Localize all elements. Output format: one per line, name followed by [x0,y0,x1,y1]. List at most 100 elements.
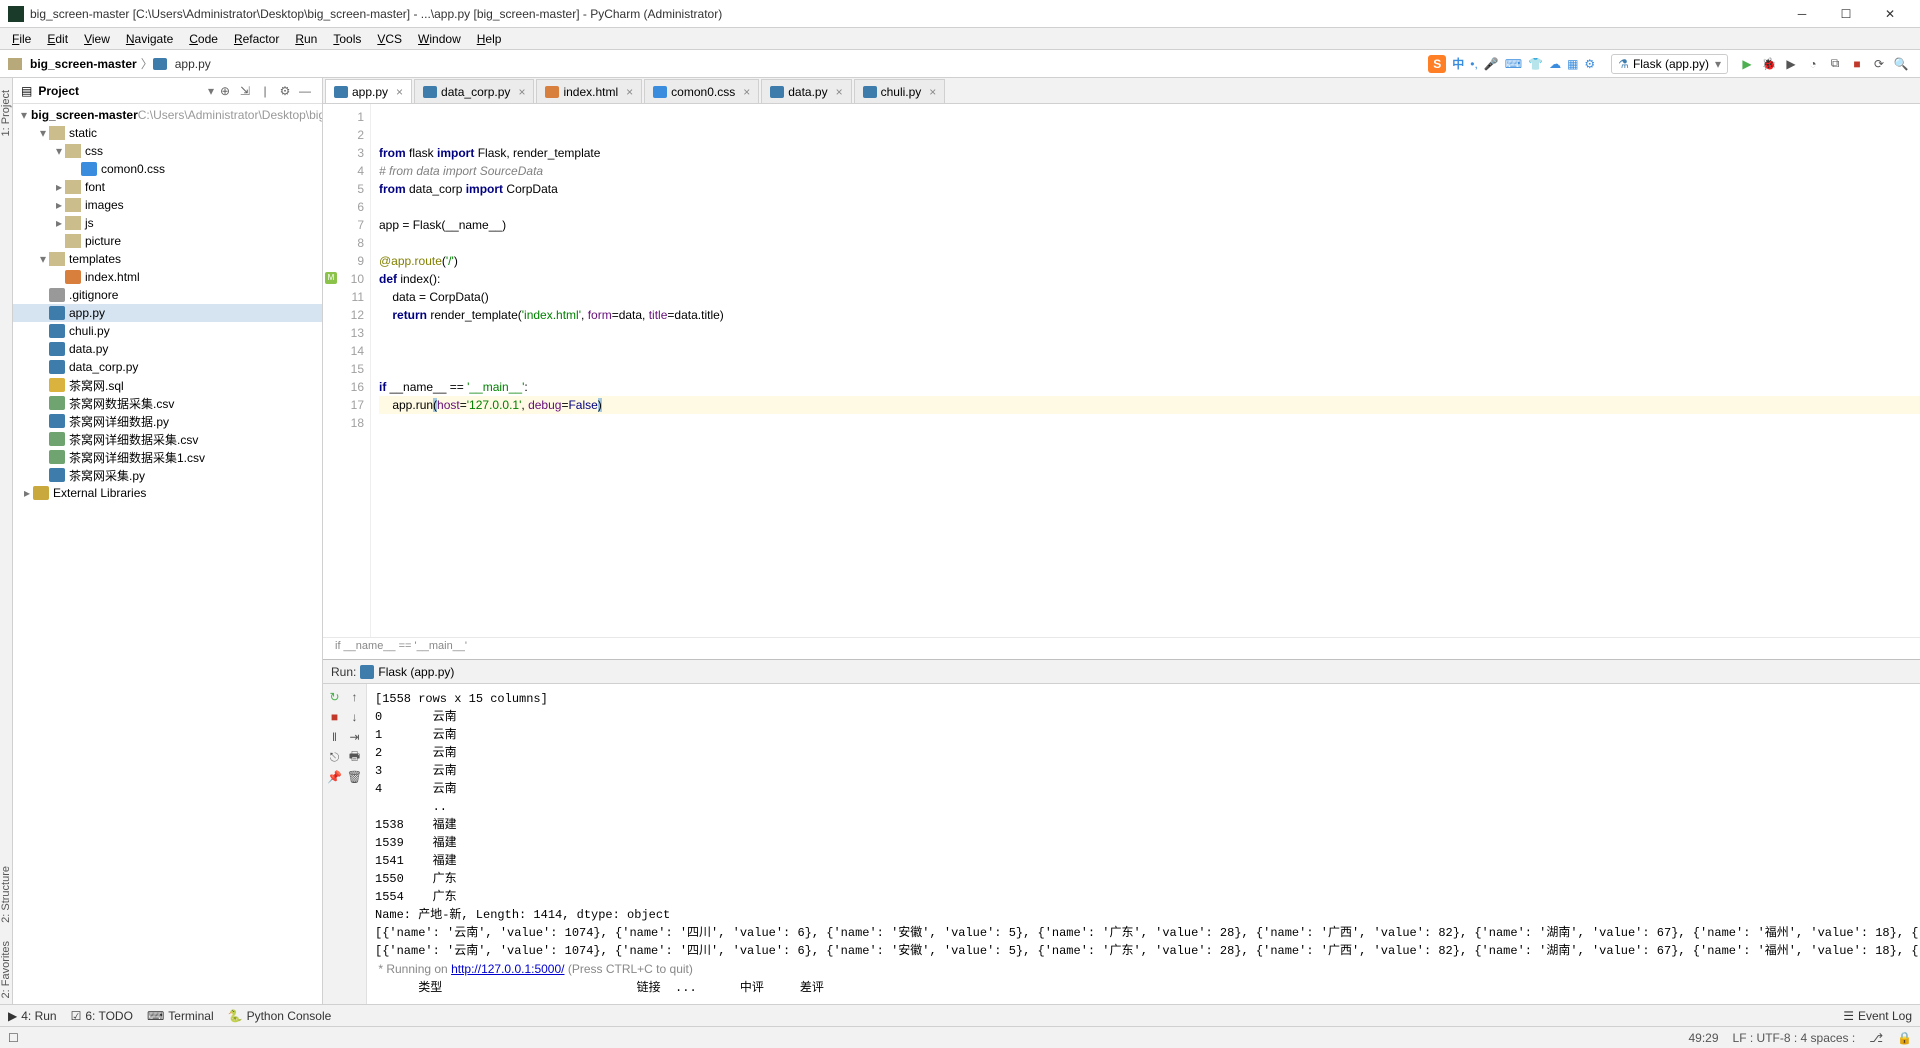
concurrency-button[interactable]: ⧉ [1824,53,1846,75]
tree-node[interactable]: comon0.css [13,160,322,178]
menu-vcs[interactable]: VCS [369,30,410,48]
tree-node[interactable]: index.html [13,268,322,286]
tree-node[interactable]: ▸images [13,196,322,214]
editor-tab[interactable]: data_corp.py× [414,79,534,103]
console-output[interactable]: [1558 rows x 15 columns] 0 云南 1 云南 2 云南 … [367,684,1920,1004]
ime-mode[interactable]: 中 [1452,55,1464,72]
menu-run[interactable]: Run [287,30,325,48]
hide-icon[interactable]: — [296,82,314,100]
tree-node[interactable]: ▸font [13,178,322,196]
tree-node[interactable]: data_corp.py [13,358,322,376]
code-breadcrumb[interactable]: if __name__ == '__main__' [323,637,1920,659]
shirt-icon[interactable]: 👕 [1528,57,1543,71]
gear-icon[interactable]: ⚙ [1584,57,1595,71]
close-tab-icon[interactable]: × [929,85,936,99]
tree-node[interactable]: 茶窝网详细数据.py [13,412,322,430]
wrap-button[interactable]: ⇥ [346,728,364,746]
tree-node[interactable]: 茶窝网.sql [13,376,322,394]
tree-node[interactable]: data.py [13,340,322,358]
collapse-icon[interactable]: ⇲ [236,82,254,100]
profile-button[interactable]: ◔ [1802,53,1824,75]
chevron-down-icon[interactable]: ▾ [208,84,214,98]
tree-node[interactable]: ▾big_screen-master C:\Users\Administrato… [13,106,322,124]
debug-button[interactable]: 🐞 [1758,53,1780,75]
run-button[interactable]: ▶ [1736,53,1758,75]
tree-node[interactable]: 茶窝网数据采集.csv [13,394,322,412]
tree-node[interactable]: ▾static [13,124,322,142]
maximize-button[interactable]: ☐ [1824,1,1868,27]
tree-node[interactable]: ▾css [13,142,322,160]
menu-window[interactable]: Window [410,30,469,48]
tree-node[interactable]: 茶窝网详细数据采集.csv [13,430,322,448]
mic-icon[interactable]: 🎤 [1484,57,1499,71]
close-tab-icon[interactable]: × [518,85,525,99]
rerun-button[interactable]: ↻ [326,688,344,706]
close-tab-icon[interactable]: × [626,85,633,99]
breadcrumb-file[interactable]: app.py [171,57,215,71]
editor-tab[interactable]: app.py× [325,79,412,103]
run-config-selector[interactable]: ⚗ Flask (app.py) ▾ [1611,54,1728,74]
structure-tool-tab[interactable]: 2: Structure [0,860,12,929]
tree-node[interactable]: ▸External Libraries [13,484,322,502]
python-console-tab[interactable]: 🐍Python Console [228,1009,332,1023]
tree-node[interactable]: picture [13,232,322,250]
menu-navigate[interactable]: Navigate [118,30,181,48]
tree-node[interactable]: ▸js [13,214,322,232]
close-button[interactable]: ✕ [1868,1,1912,27]
settings-icon[interactable]: ⚙ [276,82,294,100]
keyboard-icon[interactable]: ⌨ [1505,57,1522,71]
print-button[interactable]: 🖶 [346,748,364,766]
cursor-position[interactable]: 49:29 [1688,1031,1718,1045]
terminal-tab[interactable]: ⌨Terminal [147,1009,214,1023]
close-tab-icon[interactable]: × [743,85,750,99]
tree-node[interactable]: app.py [13,304,322,322]
run-tab[interactable]: ▶4: Run [8,1009,57,1023]
trash-button[interactable]: 🗑 [346,768,364,786]
coverage-button[interactable]: ▶ [1780,53,1802,75]
tree-node[interactable]: 茶窝网采集.py [13,466,322,484]
code-editor[interactable]: 123456789M101112131415161718 from flask … [323,104,1920,637]
editor-tab[interactable]: chuli.py× [854,79,946,103]
tree-node[interactable]: .gitignore [13,286,322,304]
sogou-icon[interactable]: S [1428,55,1446,73]
menu-help[interactable]: Help [469,30,510,48]
git-icon[interactable]: ⎇ [1869,1031,1883,1045]
autoscroll-icon[interactable]: ⊕ [216,82,234,100]
cloud-icon[interactable]: ☁ [1549,57,1561,71]
encoding-info[interactable]: LF : UTF-8 : 4 spaces : [1733,1031,1856,1045]
pause-button[interactable]: ‖ [326,728,344,746]
exit-button[interactable]: ⎋ [326,748,344,766]
project-head-label[interactable]: Project [38,84,204,98]
favorites-tool-tab[interactable]: 2: Favorites [0,935,12,1004]
tree-node[interactable]: 茶窝网详细数据采集1.csv [13,448,322,466]
todo-tab[interactable]: ☑6: TODO [71,1009,133,1023]
close-tab-icon[interactable]: × [836,85,843,99]
update-button[interactable]: ⟳ [1868,53,1890,75]
ime-icon-1[interactable]: •, [1470,57,1478,71]
project-tree[interactable]: ▾big_screen-master C:\Users\Administrato… [13,104,322,1004]
close-tab-icon[interactable]: × [396,85,403,99]
editor-tab[interactable]: comon0.css× [644,79,759,103]
menu-file[interactable]: File [4,30,39,48]
minimize-button[interactable]: ─ [1780,1,1824,27]
run-config-name[interactable]: Flask (app.py) [378,665,454,679]
editor-tab[interactable]: data.py× [761,79,851,103]
breadcrumb-root[interactable]: big_screen-master [26,57,141,71]
stop-button[interactable]: ■ [1846,53,1868,75]
grid-icon[interactable]: ▦ [1567,57,1578,71]
project-tool-tab[interactable]: 1: Project [0,84,12,142]
down-button[interactable]: ↓ [346,708,364,726]
menu-code[interactable]: Code [181,30,226,48]
stop-button[interactable]: ■ [326,708,344,726]
pin-button[interactable]: 📌 [326,768,344,786]
lock-icon[interactable]: 🔒 [1897,1031,1912,1045]
up-button[interactable]: ↑ [346,688,364,706]
menu-view[interactable]: View [76,30,118,48]
event-log-tab[interactable]: ☰Event Log [1843,1009,1912,1023]
menu-edit[interactable]: Edit [39,30,76,48]
tree-node[interactable]: chuli.py [13,322,322,340]
code-content[interactable]: from flask import Flask, render_template… [371,104,1920,637]
tree-node[interactable]: ▾templates [13,250,322,268]
menu-refactor[interactable]: Refactor [226,30,287,48]
search-button[interactable]: 🔍 [1890,53,1912,75]
